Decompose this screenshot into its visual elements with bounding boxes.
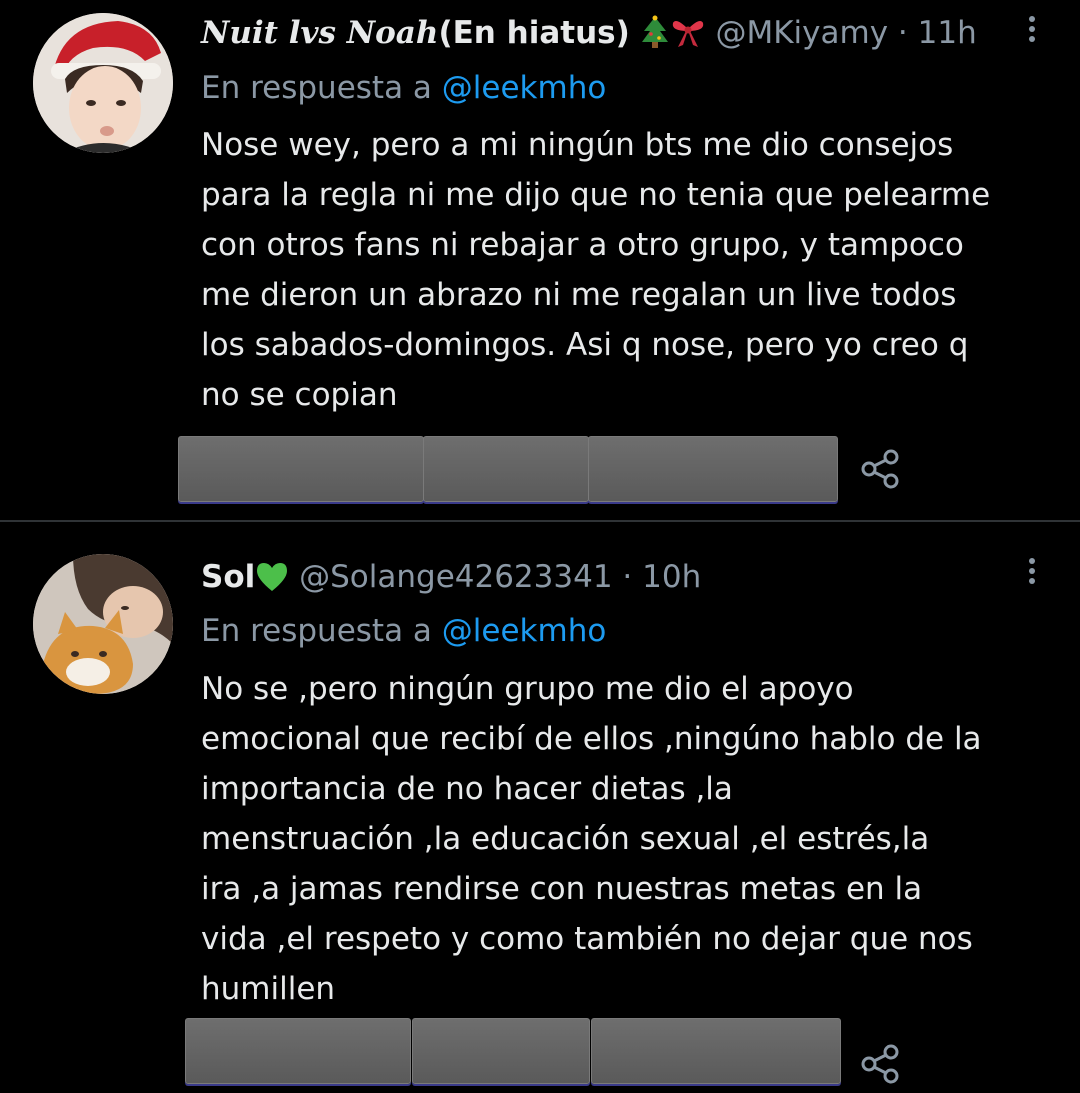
text-line: ira ,a jamas rendirse con nuestras metas… — [201, 871, 923, 907]
redacted-action-button[interactable] — [588, 436, 838, 502]
tweet-header: Nuit lvs Noah(En hiatus) @MKiyamy · 11h — [201, 8, 1010, 58]
avatar-image — [33, 13, 173, 153]
tweet[interactable]: Sol @Solange42623341 · 10h En respuesta … — [0, 522, 1080, 1093]
text-line: humillen — [201, 971, 336, 1007]
timestamp[interactable]: 11h — [918, 15, 977, 51]
text-line: menstruación ,la educación sexual ,el es… — [201, 821, 930, 857]
redacted-action-button[interactable] — [185, 1018, 411, 1084]
ribbon-emoji — [670, 14, 706, 64]
avatar[interactable] — [33, 554, 173, 694]
redacted-action-button[interactable] — [412, 1018, 590, 1084]
separator: · — [897, 15, 908, 51]
reply-context: En respuesta a @leekmho — [201, 66, 606, 110]
text-line: para la regla ni me dijo que no tenia qu… — [201, 177, 991, 213]
more-vertical-icon[interactable] — [1022, 554, 1042, 594]
handle[interactable]: @Solange42623341 — [299, 559, 612, 595]
christmas-tree-emoji — [640, 14, 670, 64]
display-name-suffix[interactable]: (En hiatus) — [438, 15, 629, 51]
tweet-text: Nose wey, pero a mi ningún bts me dio co… — [201, 120, 1051, 420]
tweet[interactable]: Nuit lvs Noah(En hiatus) @MKiyamy · 11h — [0, 0, 1080, 520]
separator: · — [622, 559, 633, 595]
reply-mention-link[interactable]: @leekmho — [442, 613, 607, 649]
text-line: vida ,el respeto y como también no dejar… — [201, 921, 973, 957]
handle[interactable]: @MKiyamy — [715, 15, 888, 51]
share-icon[interactable] — [858, 447, 902, 491]
redacted-action-button[interactable] — [591, 1018, 841, 1084]
reply-prefix: En respuesta a — [201, 613, 432, 649]
display-name[interactable]: Sol — [201, 559, 255, 595]
text-line: Nose wey, pero a mi ningún bts me dio co… — [201, 127, 954, 163]
redacted-action-button[interactable] — [178, 436, 424, 502]
tweet-text: No se ,pero ningún grupo me dio el apoyo… — [201, 664, 1051, 1014]
text-line: no se copian — [201, 377, 398, 413]
tweet-header: Sol @Solange42623341 · 10h — [201, 552, 1010, 602]
text-line: importancia de no hacer dietas ,la — [201, 771, 733, 807]
text-line: emocional que recibí de ellos ,ningúno h… — [201, 721, 982, 757]
reply-context: En respuesta a @leekmho — [201, 609, 606, 653]
text-line: me dieron un abrazo ni me regalan un liv… — [201, 277, 957, 313]
avatar[interactable] — [33, 13, 173, 153]
timestamp[interactable]: 10h — [642, 559, 701, 595]
text-line: los sabados-domingos. Asi q nose, pero y… — [201, 327, 969, 363]
text-line: No se ,pero ningún grupo me dio el apoyo — [201, 671, 854, 707]
more-vertical-icon[interactable] — [1022, 12, 1042, 52]
reply-mention-link[interactable]: @leekmho — [442, 70, 607, 106]
green-heart-emoji — [255, 558, 289, 608]
text-line: con otros fans ni rebajar a otro grupo, … — [201, 227, 964, 263]
avatar-image — [33, 554, 173, 694]
redacted-action-button[interactable] — [423, 436, 589, 502]
display-name[interactable]: Nuit lvs Noah — [201, 15, 438, 51]
share-icon[interactable] — [858, 1042, 902, 1086]
reply-prefix: En respuesta a — [201, 70, 432, 106]
